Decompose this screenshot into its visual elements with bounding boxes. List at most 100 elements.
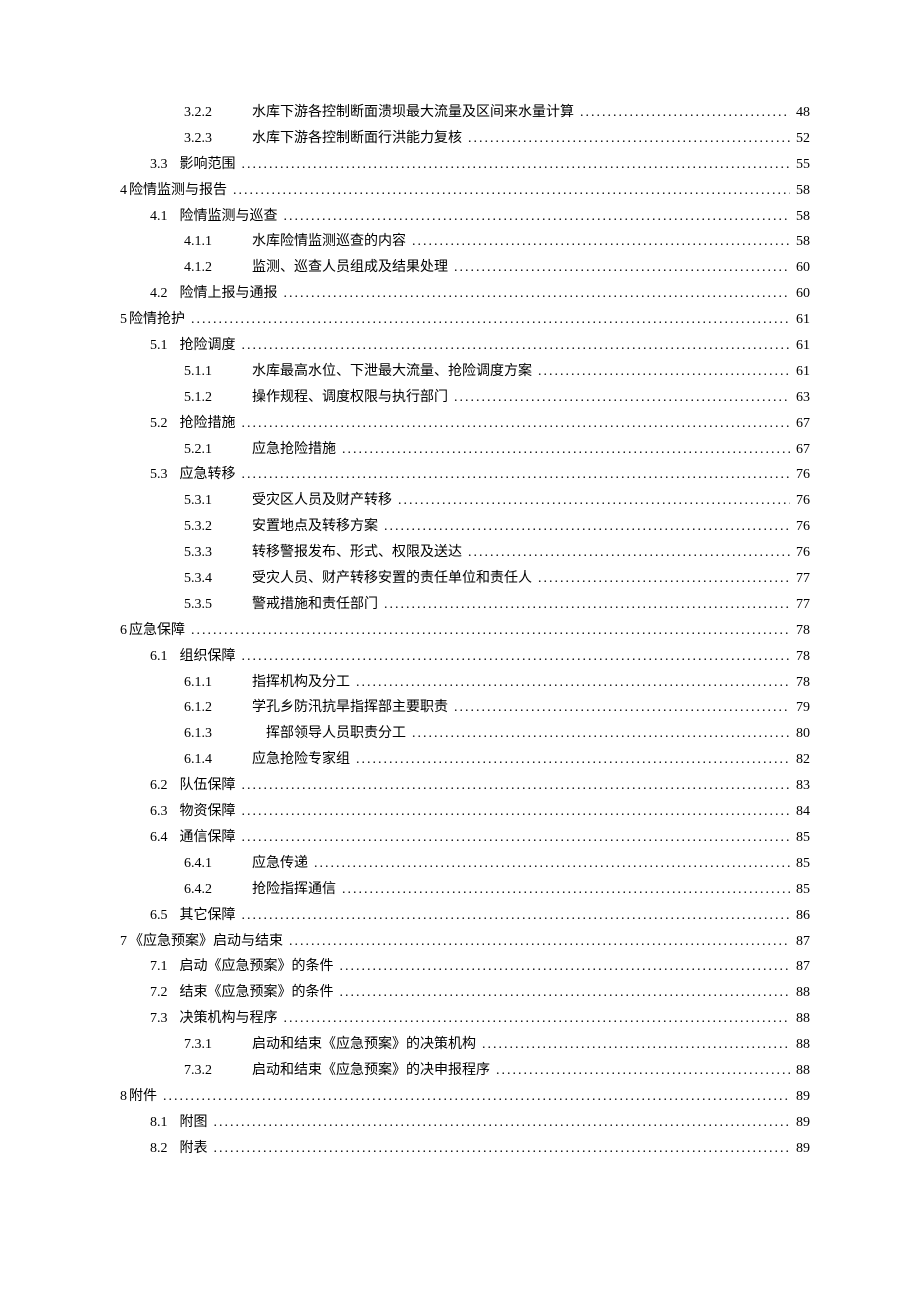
toc-leader xyxy=(398,488,790,514)
toc-entry: 6.5其它保障86 xyxy=(120,903,810,929)
toc-entry: 5.2抢险措施67 xyxy=(120,411,810,437)
toc-page-number: 88 xyxy=(790,1058,810,1084)
toc-page-number: 76 xyxy=(790,514,810,540)
toc-title: 其它保障 xyxy=(180,903,242,929)
toc-number: 8.2 xyxy=(150,1136,180,1162)
toc-title: 险情抢护 xyxy=(127,312,185,327)
toc-number: 5.1 xyxy=(150,333,180,359)
toc-page-number: 58 xyxy=(790,204,810,230)
toc-leader xyxy=(242,799,791,825)
toc-title: 险情监测与报告 xyxy=(127,183,227,198)
toc-entry: 4.1险情监测与巡查58 xyxy=(120,204,810,230)
toc-page-number: 89 xyxy=(790,1084,810,1110)
toc-leader xyxy=(214,1136,791,1162)
toc-entry: 5.1.1水库最高水位、下泄最大流量、抢险调度方案61 xyxy=(120,359,810,385)
toc-leader xyxy=(340,980,791,1006)
toc-title: 学孔乡防汛抗旱指挥部主要职责 xyxy=(248,695,454,721)
toc-page-number: 67 xyxy=(790,411,810,437)
toc-entry: 5.3.1受灾区人员及财产转移76 xyxy=(120,488,810,514)
toc-leader xyxy=(496,1058,790,1084)
toc-title: 应急转移 xyxy=(180,462,242,488)
toc-page-number: 52 xyxy=(790,126,810,152)
toc-page-number: 61 xyxy=(790,307,810,333)
toc-title: 应急抢险专家组 xyxy=(248,747,356,773)
toc-title: 决策机构与程序 xyxy=(180,1006,284,1032)
toc-leader xyxy=(482,1032,790,1058)
toc-leader xyxy=(454,255,790,281)
document-page: 3.2.2水库下游各控制断面溃坝最大流量及区间来水量计算483.2.3水库下游各… xyxy=(0,0,920,1242)
toc-title: 抢险指挥通信 xyxy=(248,877,342,903)
toc-leader xyxy=(454,695,790,721)
toc-title: 物资保障 xyxy=(180,799,242,825)
toc-heading: 7《应急预案》启动与结束 xyxy=(120,929,289,955)
toc-leader xyxy=(384,514,790,540)
toc-number: 7.2 xyxy=(150,980,180,1006)
toc-entry: 5.3.2安置地点及转移方案76 xyxy=(120,514,810,540)
toc-entry: 6.1.1指挥机构及分工78 xyxy=(120,670,810,696)
toc-number: 8 xyxy=(120,1089,127,1104)
toc-leader xyxy=(242,152,791,178)
toc-leader xyxy=(242,644,791,670)
toc-leader xyxy=(242,462,791,488)
toc-number: 3.2.2 xyxy=(184,100,248,126)
toc-number: 4.1.2 xyxy=(184,255,248,281)
toc-number: 5 xyxy=(120,312,127,327)
toc-entry: 7.3.2启动和结束《应急预案》的决申报程序88 xyxy=(120,1058,810,1084)
toc-entry: 4险情监测与报告58 xyxy=(120,178,810,204)
toc-page-number: 88 xyxy=(790,1032,810,1058)
toc-number: 4 xyxy=(120,183,127,198)
toc-leader xyxy=(340,954,791,980)
toc-leader xyxy=(580,100,790,126)
toc-leader xyxy=(412,229,790,255)
toc-title: 启动和结束《应急预案》的决申报程序 xyxy=(248,1058,496,1084)
toc-page-number: 79 xyxy=(790,695,810,721)
toc-number: 5.3.5 xyxy=(184,592,248,618)
toc-title: 挥部领导人员职责分工 xyxy=(248,721,412,747)
toc-leader xyxy=(468,126,790,152)
toc-number: 5.3.3 xyxy=(184,540,248,566)
toc-number: 7.3.1 xyxy=(184,1032,248,1058)
toc-title: 启动和结束《应急预案》的决策机构 xyxy=(248,1032,482,1058)
toc-page-number: 86 xyxy=(790,903,810,929)
toc-leader xyxy=(242,411,791,437)
toc-number: 7.3 xyxy=(150,1006,180,1032)
toc-number: 6 xyxy=(120,623,127,638)
toc-number: 5.3.1 xyxy=(184,488,248,514)
toc-leader xyxy=(284,204,791,230)
toc-leader xyxy=(356,747,790,773)
toc-title: 抢险调度 xyxy=(180,333,242,359)
toc-entry: 3.3影响范围55 xyxy=(120,152,810,178)
toc-title: 受灾区人员及财产转移 xyxy=(248,488,398,514)
toc-entry: 5.1.2操作规程、调度权限与执行部门63 xyxy=(120,385,810,411)
toc-entry: 6.1组织保障78 xyxy=(120,644,810,670)
toc-entry: 4.1.2监测、巡查人员组成及结果处理60 xyxy=(120,255,810,281)
toc-number: 6.1.1 xyxy=(184,670,248,696)
toc-number: 6.1.3 xyxy=(184,721,248,747)
toc-number: 5.1.2 xyxy=(184,385,248,411)
toc-leader xyxy=(191,618,790,644)
toc-title: 安置地点及转移方案 xyxy=(248,514,384,540)
toc-page-number: 83 xyxy=(790,773,810,799)
toc-entry: 7.3.1启动和结束《应急预案》的决策机构 88 xyxy=(120,1032,810,1058)
toc-entry: 7.2结束《应急预案》的条件88 xyxy=(120,980,810,1006)
toc-leader xyxy=(468,540,790,566)
toc-title: 抢险措施 xyxy=(180,411,242,437)
toc-title: 监测、巡查人员组成及结果处理 xyxy=(248,255,454,281)
toc-page-number: 77 xyxy=(790,566,810,592)
toc-page-number: 87 xyxy=(790,929,810,955)
toc-entry: 5.3.3转移警报发布、形式、权限及送达76 xyxy=(120,540,810,566)
toc-leader xyxy=(191,307,790,333)
toc-entry: 5.3应急转移 76 xyxy=(120,462,810,488)
toc-title: 附图 xyxy=(180,1110,214,1136)
toc-title: 影响范围 xyxy=(180,152,242,178)
toc-number: 5.3 xyxy=(150,462,180,488)
toc-page-number: 76 xyxy=(790,462,810,488)
toc-page-number: 48 xyxy=(790,100,810,126)
toc-entry: 7《应急预案》启动与结束 87 xyxy=(120,929,810,955)
toc-number: 4.2 xyxy=(150,281,180,307)
toc-number: 7 xyxy=(120,934,127,949)
toc-leader xyxy=(314,851,790,877)
toc-leader xyxy=(242,903,791,929)
toc-entry: 3.2.2水库下游各控制断面溃坝最大流量及区间来水量计算48 xyxy=(120,100,810,126)
toc-number: 6.4.1 xyxy=(184,851,248,877)
